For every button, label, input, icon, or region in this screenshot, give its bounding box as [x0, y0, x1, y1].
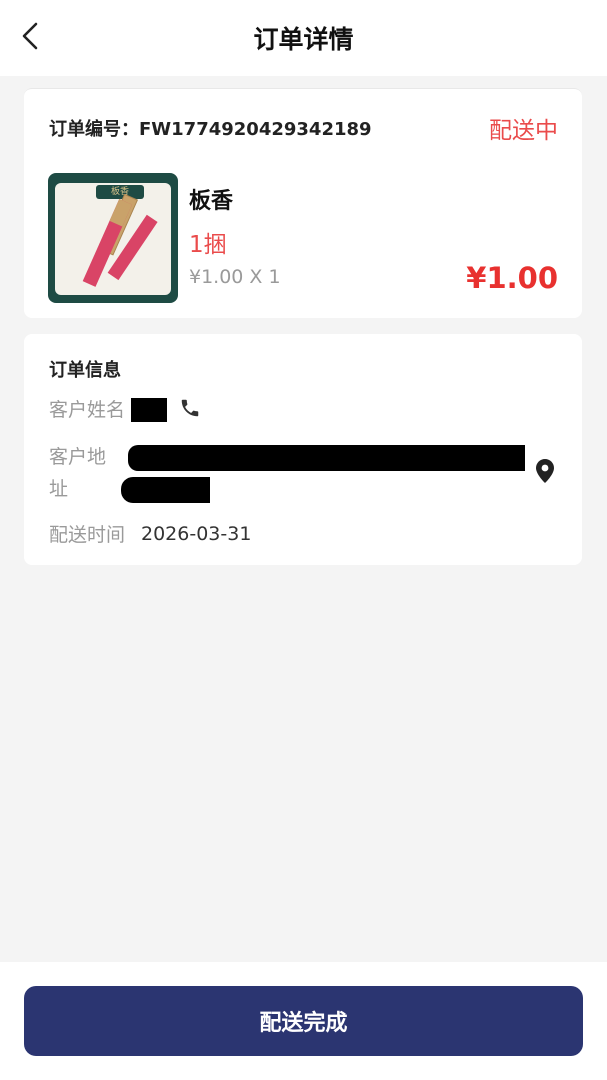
- phone-icon: [181, 399, 199, 417]
- product-image[interactable]: 板香: [48, 173, 178, 303]
- address-label-line2: 址: [49, 478, 69, 500]
- product-spec: 1捆: [189, 232, 227, 258]
- product-total: ¥1.00: [466, 261, 558, 295]
- address-label-line1: 客户地: [49, 446, 107, 468]
- product-image-frame: 板香: [55, 183, 171, 295]
- address-redacted-line2: [121, 477, 210, 503]
- product-name: 板香: [189, 189, 234, 214]
- call-button[interactable]: [179, 397, 203, 421]
- page-title: 订单详情: [253, 25, 354, 54]
- customer-name-redacted: [131, 398, 167, 422]
- section-title: 订单信息: [49, 360, 121, 381]
- order-card: 订单编号：FW1774920429342189 配送中 板香 板香 1捆 ¥1.…: [24, 88, 582, 318]
- status-badge: 配送中: [489, 118, 558, 144]
- footer-bar: 配送完成: [0, 962, 607, 1080]
- location-pin-icon: [536, 459, 554, 483]
- incense-board-graphic: [82, 193, 158, 287]
- address-redacted-line1: [128, 445, 525, 471]
- customer-name-label: 客户姓名: [49, 399, 126, 421]
- order-info-card: 订单信息 客户姓名 客户地 址 配送时间 2026-03-31: [24, 334, 582, 565]
- order-number: 订单编号：FW1774920429342189: [49, 119, 372, 140]
- delivery-time-label: 配送时间: [49, 524, 126, 546]
- delivery-complete-button[interactable]: 配送完成: [24, 986, 583, 1056]
- navigate-button[interactable]: [534, 458, 558, 486]
- product-price-quantity: ¥1.00 X 1: [189, 266, 281, 288]
- delivery-time-value: 2026-03-31: [141, 523, 252, 545]
- header: 订单详情: [0, 0, 607, 76]
